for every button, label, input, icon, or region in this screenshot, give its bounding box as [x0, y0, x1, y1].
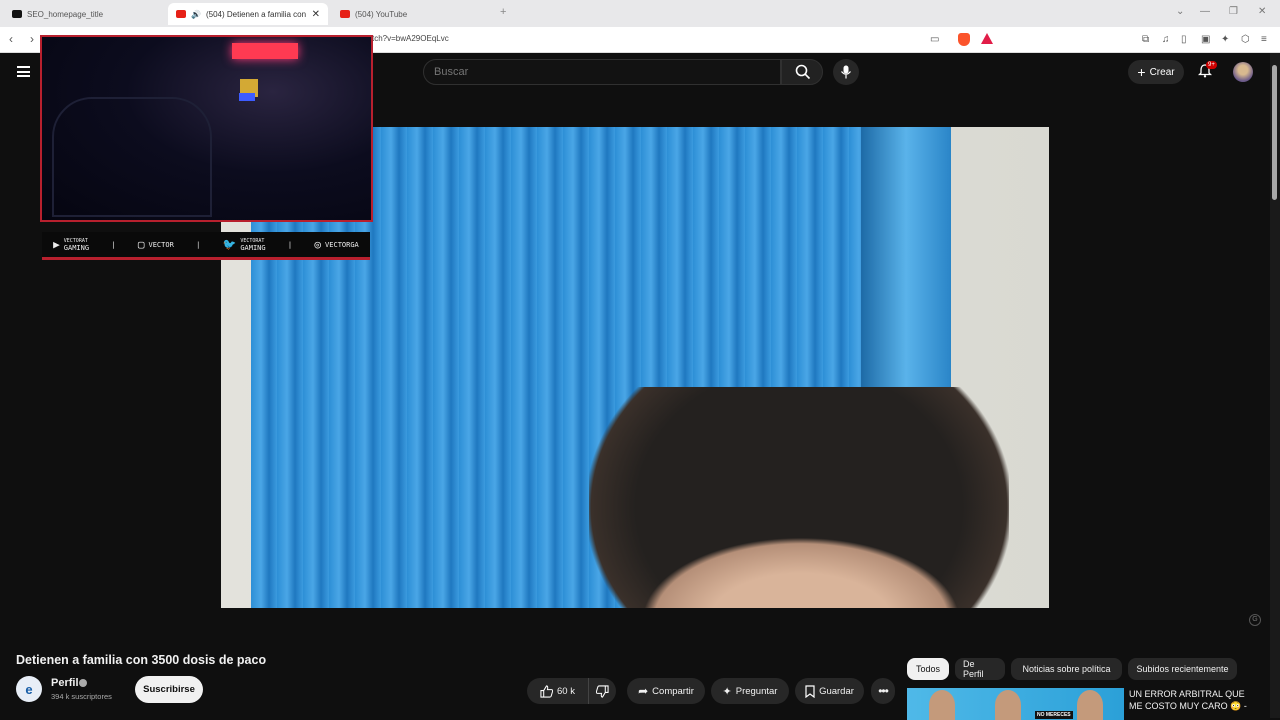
separator: |	[287, 240, 293, 249]
plus-icon: +	[1137, 64, 1146, 80]
chip-noticias-politica[interactable]: Noticias sobre política	[1011, 658, 1122, 680]
sidebar-icon[interactable]: ▯	[1181, 34, 1187, 45]
tab-label: (504) Detienen a familia con	[205, 9, 307, 19]
verified-icon	[79, 679, 87, 687]
bookmark-icon	[805, 684, 815, 698]
social-twitter: 🐦 VECTORAT GAMING	[222, 237, 266, 252]
new-tab-button[interactable]: +	[500, 6, 506, 18]
save-button[interactable]: Guardar	[795, 678, 864, 704]
page-scrollbar[interactable]	[1270, 53, 1280, 718]
channel-name[interactable]: Perfil	[51, 677, 79, 689]
create-button[interactable]: + Crear	[1128, 60, 1184, 84]
twitter-icon: 🐦	[222, 238, 237, 251]
scrollbar-thumb[interactable]	[1272, 65, 1277, 200]
url-field[interactable]: tch?v=bwA29OEqLvc	[372, 34, 449, 43]
ask-button[interactable]: ✦ Preguntar	[711, 678, 789, 704]
notification-badge: 9+	[1206, 61, 1217, 69]
thumbs-up-icon	[540, 684, 554, 698]
thumb-person	[1077, 690, 1103, 720]
recommended-thumbnail[interactable]: NO MERECES	[907, 688, 1124, 720]
share-icon: ➦	[638, 684, 649, 698]
brave-shield-icon[interactable]	[958, 33, 970, 46]
chip-todos[interactable]: Todos	[907, 658, 949, 680]
separator: |	[111, 240, 116, 249]
thumbs-down-icon	[596, 684, 609, 698]
microphone-icon	[841, 65, 851, 79]
subscribe-button[interactable]: Suscribirse	[135, 676, 203, 703]
search-icon	[795, 64, 811, 80]
twitch-icon: ▢	[137, 238, 145, 251]
social-twitch: ▢ VECTOR	[137, 238, 174, 251]
social-instagram: ◎ VECTORGA	[314, 238, 359, 251]
blue-light	[239, 93, 255, 101]
tab-list-icon[interactable]: ⌄	[1176, 6, 1184, 17]
search-button[interactable]	[781, 59, 823, 85]
like-count: 60 k	[557, 685, 575, 697]
tab-seo[interactable]: SEO_homepage_title	[4, 3, 164, 25]
youtube-icon	[176, 10, 186, 18]
share-button[interactable]: ➦ Compartir	[627, 678, 705, 704]
chip-subidos-recientemente[interactable]: Subidos recientemente	[1128, 658, 1237, 680]
search-box	[423, 59, 781, 85]
browser-tab-bar: SEO_homepage_title 🔊 (504) Detienen a fa…	[0, 0, 1280, 27]
hamburger-menu-icon[interactable]	[17, 66, 30, 77]
tab-label: (504) YouTube	[355, 9, 408, 19]
video-title: Detienen a familia con 3500 dosis de pac…	[16, 653, 267, 667]
music-icon[interactable]: ♫	[1162, 34, 1170, 45]
youtube-icon: ▶	[53, 238, 60, 251]
create-label: Crear	[1149, 66, 1175, 78]
tiktok-icon	[12, 10, 22, 18]
more-icon: •••	[878, 684, 889, 698]
recommended-title[interactable]: UN ERROR ARBITRAL QUE ME COSTO MUY CARO …	[1129, 688, 1259, 712]
maximize-icon[interactable]: ❐	[1229, 6, 1238, 17]
social-links-bar: ▶ VECTORAT GAMING | ▢ VECTOR | 🐦 VECTORA…	[42, 232, 370, 260]
thumb-person	[995, 690, 1021, 720]
grammarly-icon[interactable]: G	[1249, 614, 1261, 626]
back-icon[interactable]: ‹	[9, 32, 13, 46]
wallet-icon[interactable]: ▣	[1201, 34, 1210, 45]
extensions-icon[interactable]: ⧉	[1142, 34, 1149, 45]
tab-video[interactable]: 🔊 (504) Detienen a familia con ✕	[168, 3, 328, 25]
sparkle-icon: ✦	[722, 685, 732, 698]
separator: |	[196, 240, 201, 249]
user-avatar[interactable]	[1233, 62, 1253, 82]
voice-search-button[interactable]	[833, 59, 859, 85]
subscriber-count: 394 k suscriptores	[51, 692, 112, 701]
youtube-icon	[340, 10, 350, 18]
social-youtube: ▶ VECTORAT GAMING	[53, 237, 90, 252]
speaker-icon: 🔊	[191, 9, 201, 19]
like-button[interactable]: 60 k	[527, 678, 588, 704]
dislike-button[interactable]	[588, 678, 616, 704]
tab-youtube[interactable]: (504) YouTube	[332, 3, 492, 25]
leo-icon[interactable]: ✦	[1221, 34, 1229, 45]
gaming-chair	[52, 97, 212, 217]
neon-sign	[232, 43, 298, 59]
thumb-label: NO MERECES	[1035, 711, 1073, 719]
webcam-overlay	[40, 35, 373, 222]
close-window-icon[interactable]: ✕	[1258, 6, 1266, 17]
channel-avatar[interactable]: e	[16, 676, 42, 702]
tab-label: SEO_homepage_title	[27, 9, 104, 19]
instagram-icon: ◎	[314, 238, 322, 251]
cast-icon[interactable]: ▭	[930, 34, 939, 45]
close-tab-icon[interactable]: ✕	[312, 9, 320, 20]
minimize-icon[interactable]: —	[1200, 6, 1210, 17]
chip-de-perfil[interactable]: De Perfil	[955, 658, 1005, 680]
thumb-person	[929, 690, 955, 720]
brave-rewards-icon[interactable]	[981, 33, 993, 44]
forward-icon[interactable]: ›	[30, 32, 34, 46]
video-frame-face	[641, 537, 961, 608]
more-actions-button[interactable]: •••	[871, 678, 895, 704]
menu-icon[interactable]: ≡	[1261, 34, 1267, 45]
vpn-icon[interactable]: ⬡	[1241, 34, 1250, 45]
search-input[interactable]	[434, 66, 764, 78]
